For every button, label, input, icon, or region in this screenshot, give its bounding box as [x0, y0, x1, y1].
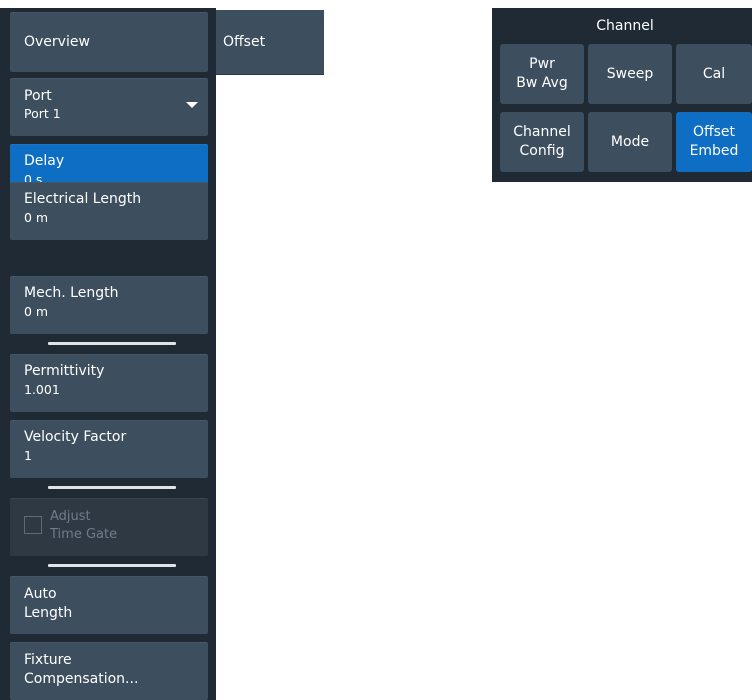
mech-length-button[interactable]: Mech. Length 0 m	[10, 276, 208, 334]
auto-length-button[interactable]: Auto Length	[10, 576, 208, 634]
port-dropdown[interactable]: Port Port 1	[10, 78, 208, 136]
mode-button[interactable]: Mode	[588, 112, 672, 172]
adjust-time-gate-line1: Adjust	[50, 509, 91, 524]
channel-config-label: Channel Config	[513, 124, 571, 159]
velocity-factor-button[interactable]: Velocity Factor 1	[10, 420, 208, 478]
sweep-label: Sweep	[606, 65, 654, 82]
electrical-length-value: 0 m	[24, 210, 49, 225]
cal-button[interactable]: Cal	[676, 44, 752, 104]
fixture-compensation-button[interactable]: Fixture Compensation...	[10, 642, 208, 700]
auto-length-line2: Length	[24, 605, 73, 621]
separator	[48, 564, 176, 567]
port-value: Port 1	[24, 106, 61, 121]
fixture-compensation-line1: Fixture	[24, 652, 72, 668]
pwr-bw-avg-label: Pwr Bw Avg	[516, 56, 568, 91]
electrical-length-button[interactable]: Electrical Length 0 m	[10, 182, 208, 240]
velocity-factor-value: 1	[24, 448, 32, 463]
mech-length-title: Mech. Length	[24, 285, 119, 301]
pwr-bw-avg-button[interactable]: Pwr Bw Avg	[500, 44, 584, 104]
adjust-time-gate-checkbox[interactable]: Adjust Time Gate	[10, 498, 208, 556]
adjust-time-gate-line2: Time Gate	[50, 527, 118, 542]
port-title: Port	[24, 88, 52, 104]
mech-length-value: 0 m	[24, 304, 49, 319]
separator	[48, 342, 176, 345]
offset-embed-label: Offset Embed	[689, 124, 739, 159]
overview-button[interactable]: Overview	[10, 12, 208, 72]
channel-menu: Channel Pwr Bw Avg Sweep Cal Channel Con…	[492, 8, 752, 182]
separator	[48, 486, 176, 489]
mode-label: Mode	[610, 133, 650, 150]
permittivity-button[interactable]: Permittivity 1.001	[10, 354, 208, 412]
tab-offset-label: Offset	[223, 34, 266, 50]
permittivity-value: 1.001	[24, 382, 60, 397]
chevron-down-icon	[186, 102, 198, 108]
channel-config-button[interactable]: Channel Config	[500, 112, 584, 172]
delay-title: Delay	[24, 153, 65, 169]
checkbox-icon	[24, 516, 42, 534]
fixture-compensation-line2: Compensation...	[24, 671, 139, 687]
channel-menu-title: Channel	[596, 18, 654, 34]
sweep-button[interactable]: Sweep	[588, 44, 672, 104]
tab-offset[interactable]: Offset	[216, 10, 324, 75]
offset-embed-button[interactable]: Offset Embed	[676, 112, 752, 172]
permittivity-title: Permittivity	[24, 363, 105, 379]
auto-length-line1: Auto	[24, 586, 57, 602]
cal-label: Cal	[702, 65, 726, 82]
velocity-factor-title: Velocity Factor	[24, 429, 127, 445]
overview-label: Overview	[24, 34, 90, 50]
softkey-panel: Overview Port Port 1 Delay 0 s Electrica…	[0, 8, 216, 700]
electrical-length-title: Electrical Length	[24, 191, 142, 207]
